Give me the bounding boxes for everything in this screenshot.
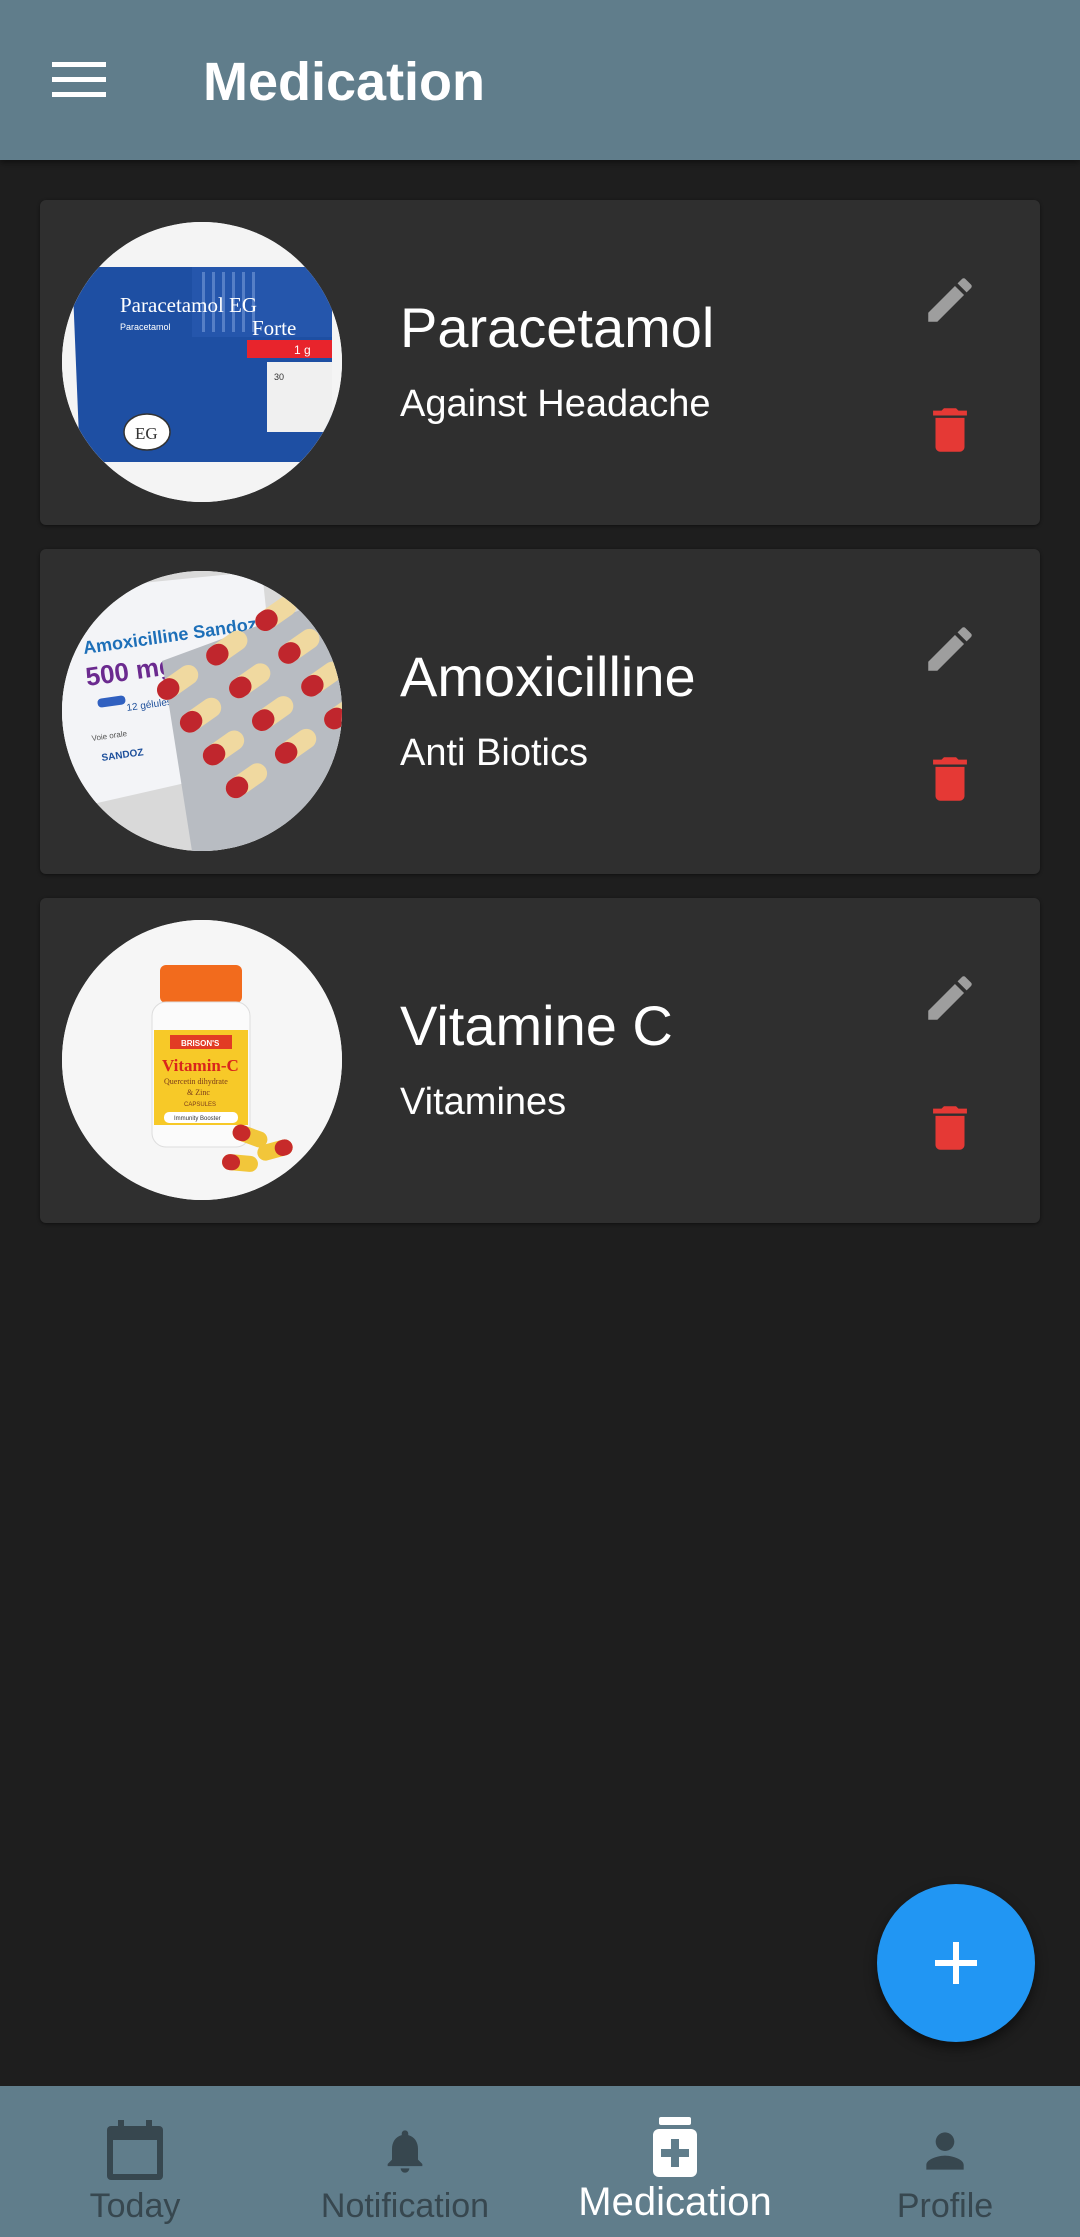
bell-icon: [387, 2130, 423, 2173]
image-label: Paracetamol EG: [120, 293, 257, 317]
medication-image: Paracetamol EG Forte Paracetamol 1 g 30 …: [62, 222, 342, 502]
image-label: EG: [135, 424, 158, 443]
edit-button[interactable]: [910, 609, 990, 689]
nav-label: Profile: [896, 2187, 994, 2225]
image-label: 1 g: [294, 343, 311, 357]
medication-card[interactable]: BRISON'S Vitamin-C Quercetin dihydrate &…: [40, 898, 1040, 1223]
page-title: Medication: [203, 52, 486, 112]
image-label: Forte: [252, 316, 296, 340]
image-label: Vitamin-C: [162, 1056, 239, 1075]
trash-icon: [933, 757, 967, 801]
medication-card[interactable]: Paracetamol EG Forte Paracetamol 1 g 30 …: [40, 200, 1040, 525]
medication-description: Against Headache: [400, 383, 711, 425]
medication-image: Amoxicilline Sandoz 500 mg 12 gélules Vo…: [62, 571, 342, 851]
image-label: Immunity Booster: [174, 1116, 221, 1122]
image-label: & Zinc: [187, 1088, 210, 1097]
nav-item-profile[interactable]: Profile: [810, 2086, 1080, 2237]
medication-list: Paracetamol EG Forte Paracetamol 1 g 30 …: [40, 200, 1040, 1247]
medication-description: Vitamines: [400, 1081, 567, 1123]
nav-item-notification[interactable]: Notification: [270, 2086, 540, 2237]
medication-description: Anti Biotics: [400, 732, 588, 774]
medication-name: Vitamine C: [400, 994, 673, 1057]
image-label: Quercetin dihydrate: [164, 1077, 228, 1086]
delete-button[interactable]: [910, 1088, 990, 1168]
medication-name: Paracetamol: [400, 296, 715, 359]
image-label: 30: [274, 372, 284, 382]
add-medication-button[interactable]: [877, 1884, 1035, 2042]
delete-button[interactable]: [910, 390, 990, 470]
trash-icon: [933, 408, 967, 452]
trash-icon: [933, 1106, 967, 1150]
app-bar: Medication: [0, 0, 1080, 160]
plus-icon: [935, 1942, 977, 1984]
nav-label: Medication: [578, 2180, 772, 2224]
medication-image: BRISON'S Vitamin-C Quercetin dihydrate &…: [62, 920, 342, 1200]
image-label: Paracetamol: [120, 322, 171, 332]
medicine-bottle-icon: [653, 2117, 697, 2177]
nav-item-medication[interactable]: Medication: [540, 2086, 810, 2237]
bottom-navigation: Today Notification Medication Profile: [0, 2086, 1080, 2237]
image-label: CAPSULES: [184, 1102, 216, 1108]
image-label: BRISON'S: [181, 1039, 220, 1048]
nav-label: Notification: [320, 2187, 490, 2225]
person-icon: [926, 2132, 964, 2170]
pencil-icon: [928, 976, 972, 1020]
delete-button[interactable]: [910, 739, 990, 819]
menu-button[interactable]: [24, 30, 134, 130]
nav-item-today[interactable]: Today: [0, 2086, 270, 2237]
pencil-icon: [928, 278, 972, 322]
calendar-icon: [107, 2120, 163, 2180]
nav-label: Today: [89, 2187, 181, 2225]
medication-name: Amoxicilline: [400, 645, 696, 708]
medication-card[interactable]: Amoxicilline Sandoz 500 mg 12 gélules Vo…: [40, 549, 1040, 874]
edit-button[interactable]: [910, 260, 990, 340]
edit-button[interactable]: [910, 958, 990, 1038]
hamburger-menu-icon: [52, 62, 106, 97]
pencil-icon: [928, 627, 972, 671]
